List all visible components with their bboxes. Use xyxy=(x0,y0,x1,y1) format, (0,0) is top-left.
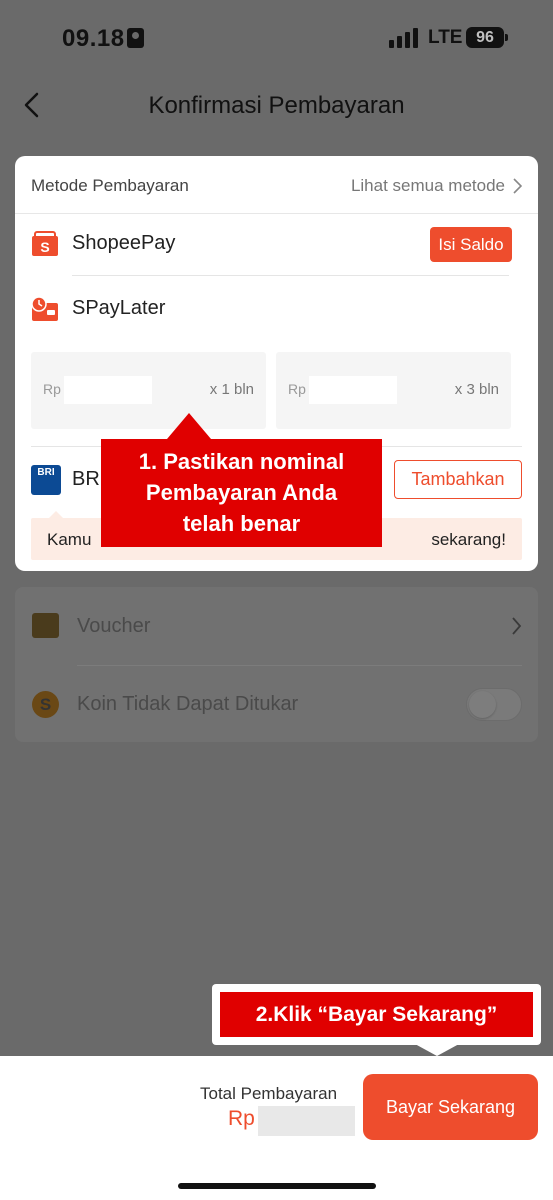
shopeepay-icon: S xyxy=(32,231,58,256)
callout-step-1: 1. Pastikan nominal Pembayaran Anda tela… xyxy=(101,413,382,547)
network-type: LTE xyxy=(428,27,463,48)
divider xyxy=(72,275,509,276)
total-label: Total Pembayaran xyxy=(200,1084,338,1103)
nav-header: Konfirmasi Pembayaran xyxy=(0,70,553,140)
promo-text-end: sekarang! xyxy=(431,530,506,549)
method-spaylater[interactable]: SPayLater xyxy=(31,290,391,330)
callout-line: telah benar xyxy=(182,511,301,536)
method-bri[interactable]: BR xyxy=(72,468,100,491)
coin-icon: S xyxy=(32,691,59,718)
spaylater-icon xyxy=(31,296,58,321)
redacted-total xyxy=(258,1106,355,1136)
callout-text: 2.Klik “Bayar Sekarang” xyxy=(220,992,533,1037)
callout-step-2: 2.Klik “Bayar Sekarang” xyxy=(212,984,541,1056)
installment-currency: Rp xyxy=(43,381,61,397)
voucher-label[interactable]: Voucher xyxy=(77,615,150,638)
redacted-amount xyxy=(64,376,152,404)
signal-icon xyxy=(389,28,419,48)
status-bar: 09.18 LTE 96 xyxy=(0,0,553,70)
installment-term: x 3 bln xyxy=(454,381,499,398)
callout-line: Pembayaran Anda xyxy=(145,480,338,505)
payment-method-header: Metode Pembayaran Lihat semua metode xyxy=(15,156,538,214)
see-all-methods-link[interactable]: Lihat semua metode xyxy=(351,176,522,196)
installment-option-3[interactable]: Rp x 3 bln xyxy=(276,352,511,429)
redacted-amount xyxy=(309,376,397,404)
voucher-icon xyxy=(32,613,59,638)
bri-icon: BRI xyxy=(31,465,61,495)
checkout-bar: Total Pembayaran Rp Bayar Sekarang xyxy=(0,1056,553,1200)
divider xyxy=(77,665,522,666)
top-up-button[interactable]: Isi Saldo xyxy=(430,227,512,262)
battery-icon: 96 xyxy=(466,27,508,48)
chevron-right-icon xyxy=(512,617,522,635)
method-name: SPayLater xyxy=(72,297,166,319)
installment-option-1[interactable]: Rp x 1 bln xyxy=(31,352,266,429)
method-name: ShopeePay xyxy=(72,232,176,254)
home-indicator[interactable] xyxy=(178,1183,376,1189)
total-currency: Rp xyxy=(228,1107,255,1130)
page-title: Konfirmasi Pembayaran xyxy=(148,92,405,119)
callout-line: 1. Pastikan nominal xyxy=(138,449,345,474)
promo-text-start: Kamu xyxy=(47,530,92,549)
clock: 09.18 xyxy=(62,25,125,52)
contact-card-icon xyxy=(127,28,144,48)
chevron-right-icon xyxy=(513,178,522,194)
see-all-label: Lihat semua metode xyxy=(350,176,505,195)
section-title: Metode Pembayaran xyxy=(31,176,189,195)
pay-now-button[interactable]: Bayar Sekarang xyxy=(363,1074,538,1140)
installment-currency: Rp xyxy=(288,381,306,397)
add-method-button[interactable]: Tambahkan xyxy=(394,460,522,499)
svg-text:S: S xyxy=(40,239,49,255)
method-shopeepay[interactable]: S ShopeePay xyxy=(31,225,391,265)
coins-toggle[interactable] xyxy=(466,688,522,721)
installment-term: x 1 bln xyxy=(209,381,254,398)
voucher-card: Voucher S Koin Tidak Dapat Ditukar xyxy=(15,587,538,742)
coins-label: Koin Tidak Dapat Ditukar xyxy=(77,693,299,715)
